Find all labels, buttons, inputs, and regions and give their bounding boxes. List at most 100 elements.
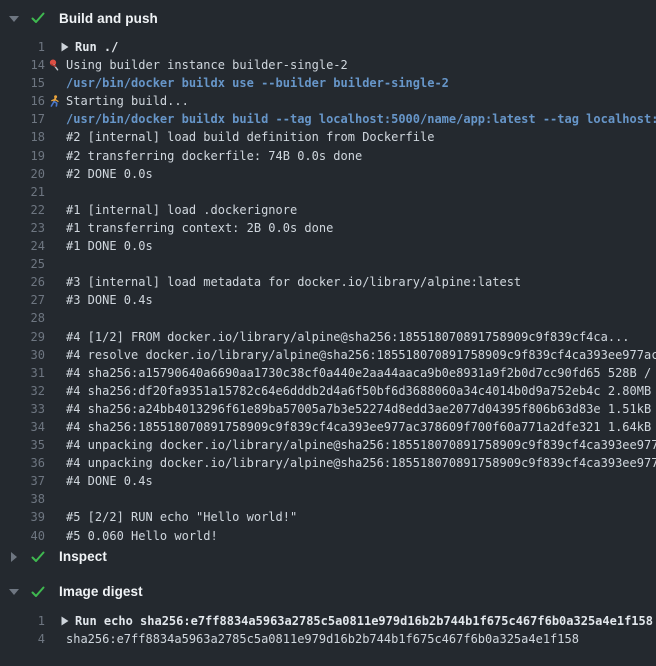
section-header-image-digest[interactable]: Image digest (0, 582, 656, 602)
log-text: #4 sha256:a24bb4013296f61e89ba57005a7b3e… (66, 400, 656, 418)
section-header-build-and-push[interactable]: Build and push (0, 8, 656, 28)
log-line[interactable]: 1 Run ./ (0, 38, 656, 56)
line-number[interactable]: 1 (0, 612, 45, 630)
workflow-log-viewer: Build and push 1 Run ./ 14 Using builder… (0, 8, 656, 648)
section-title: Inspect (59, 549, 107, 564)
log-line: 31 #4 sha256:a15790640a6690aa1730c38cf0a… (0, 364, 656, 382)
line-number[interactable]: 28 (0, 309, 45, 327)
log-line: 14 Using builder instance builder-single… (0, 56, 656, 74)
log-text: #4 unpacking docker.io/library/alpine@sh… (66, 436, 656, 454)
log-line: 29 #4 [1/2] FROM docker.io/library/alpin… (0, 328, 656, 346)
log-line[interactable]: 1 Run echo sha256:e7ff8834a5963a2785c5a0… (0, 612, 656, 630)
log-text: #2 transferring dockerfile: 74B 0.0s don… (66, 147, 362, 165)
log-line: 28 (0, 309, 656, 327)
line-number[interactable]: 34 (0, 418, 45, 436)
log-text: #4 sha256:185518070891758909c9f839cf4ca3… (66, 418, 656, 436)
log-text: #1 transferring context: 2B 0.0s done (66, 219, 333, 237)
log-text: /usr/bin/docker buildx build --tag local… (66, 110, 656, 128)
line-number[interactable]: 17 (0, 110, 45, 128)
log-text: #4 sha256:a15790640a6690aa1730c38cf0a440… (66, 364, 656, 382)
log-line: 38 (0, 490, 656, 508)
log-text: #2 [internal] load build definition from… (66, 128, 434, 146)
chevron-down-icon[interactable] (9, 14, 18, 23)
line-number[interactable]: 25 (0, 255, 45, 273)
log-text: #4 sha256:df20fa9351a15782c64e6dddb2d4a6… (66, 382, 656, 400)
line-number[interactable]: 26 (0, 273, 45, 291)
log-line: 32 #4 sha256:df20fa9351a15782c64e6dddb2d… (0, 382, 656, 400)
log-section: Inspect (0, 547, 656, 567)
line-number[interactable]: 24 (0, 237, 45, 255)
log-text: #2 DONE 0.0s (66, 165, 153, 183)
log-section: Build and push 1 Run ./ 14 Using builder… (0, 8, 656, 545)
section-header-inspect[interactable]: Inspect (0, 547, 656, 567)
line-number[interactable]: 38 (0, 490, 45, 508)
log-line: 16 Starting build... (0, 92, 656, 110)
line-number[interactable]: 37 (0, 472, 45, 490)
log-line: 30 #4 resolve docker.io/library/alpine@s… (0, 346, 656, 364)
line-number[interactable]: 20 (0, 165, 45, 183)
log-line: 20 #2 DONE 0.0s (0, 165, 656, 183)
log-section: Image digest 1 Run echo sha256:e7ff8834a… (0, 582, 656, 648)
section-log-lines: 1 Run ./ 14 Using builder instance build… (0, 38, 656, 545)
log-text: sha256:e7ff8834a5963a2785c5a0811e979d16b… (66, 630, 579, 648)
line-number[interactable]: 16 (0, 92, 45, 110)
line-number[interactable]: 27 (0, 291, 45, 309)
play-expand-icon[interactable] (61, 616, 69, 626)
log-text: Using builder instance builder-single-2 (66, 56, 348, 74)
play-expand-icon[interactable] (61, 42, 69, 52)
log-line: 19 #2 transferring dockerfile: 74B 0.0s … (0, 147, 656, 165)
log-text: Starting build... (66, 92, 189, 110)
log-line: 24 #1 DONE 0.0s (0, 237, 656, 255)
log-line: 36 #4 unpacking docker.io/library/alpine… (0, 454, 656, 472)
check-success-icon (31, 12, 45, 24)
log-line: 33 #4 sha256:a24bb4013296f61e89ba57005a7… (0, 400, 656, 418)
log-text: #4 [1/2] FROM docker.io/library/alpine@s… (66, 328, 630, 346)
line-number[interactable]: 1 (0, 38, 45, 56)
log-line: 34 #4 sha256:185518070891758909c9f839cf4… (0, 418, 656, 436)
log-line: 18 #2 [internal] load build definition f… (0, 128, 656, 146)
log-line: 21 (0, 183, 656, 201)
line-number[interactable]: 14 (0, 56, 45, 74)
line-number[interactable]: 21 (0, 183, 45, 201)
log-line: 35 #4 unpacking docker.io/library/alpine… (0, 436, 656, 454)
log-text: /usr/bin/docker buildx use --builder bui… (66, 74, 449, 92)
log-line: 15 /usr/bin/docker buildx use --builder … (0, 74, 656, 92)
log-line: 17 /usr/bin/docker buildx build --tag lo… (0, 110, 656, 128)
check-success-icon (31, 586, 45, 598)
chevron-down-icon[interactable] (9, 587, 18, 596)
log-text: #5 0.060 Hello world! (66, 527, 218, 545)
line-number[interactable]: 29 (0, 328, 45, 346)
log-text: #3 [internal] load metadata for docker.i… (66, 273, 521, 291)
log-text: #1 DONE 0.0s (66, 237, 153, 255)
chevron-right-icon[interactable] (9, 552, 18, 561)
line-number[interactable]: 32 (0, 382, 45, 400)
line-number[interactable]: 18 (0, 128, 45, 146)
log-line: 22 #1 [internal] load .dockerignore (0, 201, 656, 219)
check-success-icon (31, 551, 45, 563)
line-number[interactable]: 23 (0, 219, 45, 237)
line-number[interactable]: 31 (0, 364, 45, 382)
line-number[interactable]: 15 (0, 74, 45, 92)
line-number[interactable]: 30 (0, 346, 45, 364)
log-line: 25 (0, 255, 656, 273)
line-number[interactable]: 22 (0, 201, 45, 219)
log-text: Run echo sha256:e7ff8834a5963a2785c5a081… (75, 612, 653, 630)
line-number[interactable]: 40 (0, 527, 45, 545)
line-number[interactable]: 4 (0, 630, 45, 648)
line-number[interactable]: 35 (0, 436, 45, 454)
log-text: #5 [2/2] RUN echo "Hello world!" (66, 508, 297, 526)
line-number[interactable]: 36 (0, 454, 45, 472)
log-line: 39 #5 [2/2] RUN echo "Hello world!" (0, 508, 656, 526)
line-number[interactable]: 33 (0, 400, 45, 418)
line-number[interactable]: 39 (0, 508, 45, 526)
log-line: 26 #3 [internal] load metadata for docke… (0, 273, 656, 291)
section-title: Image digest (59, 584, 143, 599)
log-line: 23 #1 transferring context: 2B 0.0s done (0, 219, 656, 237)
log-text: Run ./ (75, 38, 118, 56)
log-text: #4 DONE 0.4s (66, 472, 153, 490)
log-line: 27 #3 DONE 0.4s (0, 291, 656, 309)
section-log-lines: 1 Run echo sha256:e7ff8834a5963a2785c5a0… (0, 612, 656, 648)
log-text: #4 resolve docker.io/library/alpine@sha2… (66, 346, 656, 364)
runner-icon (48, 95, 60, 107)
line-number[interactable]: 19 (0, 147, 45, 165)
